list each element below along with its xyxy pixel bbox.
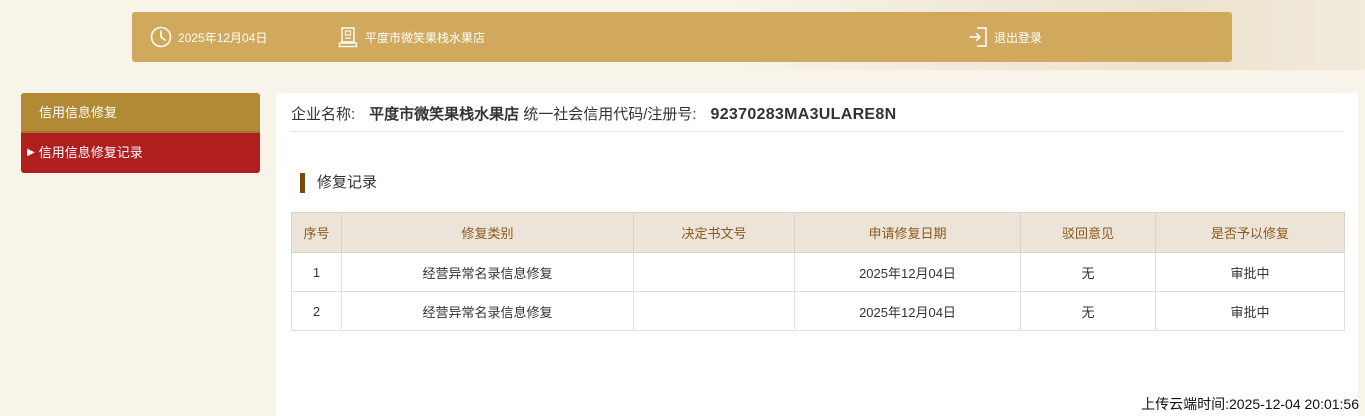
header-date: 2025年12月04日 (150, 12, 267, 62)
column-header-approved: 是否予以修复 (1155, 212, 1345, 253)
company-name-label: 企业名称: (291, 106, 356, 123)
logout-button[interactable]: 退出登录 (968, 12, 1042, 62)
upload-timestamp: 上传云端时间:2025-12-04 20:01:56 (1141, 396, 1359, 412)
building-icon (338, 26, 365, 48)
sidebar-item-credit-repair[interactable]: 信用信息修复 (21, 93, 260, 133)
section-title: 修复记录 (300, 173, 377, 193)
logout-icon (968, 26, 994, 48)
company-name-value: 平度市微笑果栈水果店 (369, 106, 520, 123)
column-header-index: 序号 (291, 212, 342, 253)
main-panel: 企业名称: 平度市微笑果栈水果店 统一社会信用代码/注册号: 92370283MA3U… (276, 93, 1358, 416)
cell-decision-no (633, 252, 795, 292)
sidebar-item-label: 信用信息修复 (39, 105, 118, 120)
cell-status: 审批中 (1155, 291, 1345, 331)
sidebar-item-label: 信用信息修复记录 (38, 145, 143, 160)
header-shop: 平度市微笑果栈水果店 (338, 12, 485, 62)
column-header-decision-no: 决定书文号 (633, 212, 795, 253)
cell-apply-date: 2025年12月04日 (794, 291, 1021, 331)
logout-label: 退出登录 (994, 30, 1043, 45)
cell-index: 2 (291, 291, 342, 331)
sidebar: 信用信息修复 ▶ 信用信息修复记录 (21, 93, 260, 173)
header-date-text: 2025年12月04日 (178, 30, 268, 45)
credit-code-label: 统一社会信用代码/注册号: (523, 106, 697, 123)
triangle-right-icon: ▶ (27, 147, 35, 158)
cell-rejection: 无 (1020, 252, 1156, 292)
table-row: 2 经营异常名录信息修复 2025年12月04日 无 审批中 (291, 291, 1345, 331)
credit-code-value: 92370283MA3ULARE8N (710, 106, 897, 123)
company-info: 企业名称: 平度市微笑果栈水果店 统一社会信用代码/注册号: 92370283MA3U… (291, 103, 1343, 132)
cell-decision-no (633, 291, 795, 331)
cell-rejection: 无 (1020, 291, 1156, 331)
cell-apply-date: 2025年12月04日 (794, 252, 1021, 292)
cell-category: 经营异常名录信息修复 (341, 291, 634, 331)
header-shop-name: 平度市微笑果栈水果店 (365, 30, 486, 45)
header-bar: 2025年12月04日 平度市微笑果栈水果店 退出登录 (132, 12, 1232, 62)
clock-icon (150, 26, 178, 48)
records-table: 序号 修复类别 决定书文号 申请修复日期 驳回意见 是否予以修复 1 经营异常名… (291, 212, 1345, 331)
column-header-category: 修复类别 (341, 212, 634, 253)
sidebar-item-repair-records[interactable]: ▶ 信用信息修复记录 (21, 133, 260, 173)
column-header-apply-date: 申请修复日期 (794, 212, 1021, 253)
cell-index: 1 (291, 252, 342, 292)
column-header-rejection: 驳回意见 (1020, 212, 1156, 253)
table-row: 1 经营异常名录信息修复 2025年12月04日 无 审批中 (291, 252, 1345, 292)
table-header-row: 序号 修复类别 决定书文号 申请修复日期 驳回意见 是否予以修复 (291, 212, 1345, 253)
cell-category: 经营异常名录信息修复 (341, 252, 634, 292)
cell-status: 审批中 (1155, 252, 1345, 292)
